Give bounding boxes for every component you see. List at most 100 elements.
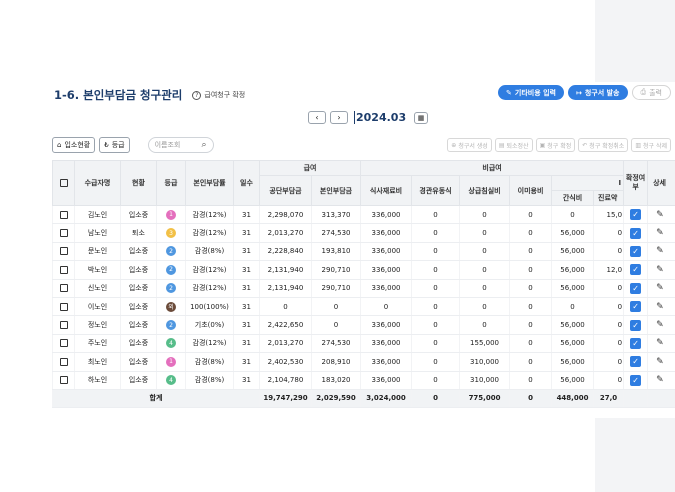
confirm-checkbox[interactable]: ✓ xyxy=(630,264,642,276)
confirm-cell[interactable]: ✓ xyxy=(623,279,648,298)
confirm-checkbox[interactable]: ✓ xyxy=(630,337,642,349)
edit-icon[interactable]: ✎ xyxy=(656,265,664,275)
table-row[interactable]: 신노인 입소중 2 감경(12%) 31 2,131,940 290,710 336,000 0… xyxy=(52,279,675,298)
cell-medical: 15,0 xyxy=(593,205,624,225)
detail-cell[interactable]: ✎ xyxy=(647,297,675,317)
search-input[interactable]: 이름조회 ⌕ xyxy=(147,137,214,153)
row-checkbox[interactable] xyxy=(59,247,68,256)
cell-meal: 336,000 xyxy=(360,260,412,280)
row-checkbox-cell[interactable] xyxy=(52,223,75,243)
other-cost-button[interactable]: ✎ 기타비용 입력 xyxy=(498,85,564,100)
confirm-cell[interactable]: ✓ xyxy=(623,242,648,262)
row-checkbox[interactable] xyxy=(59,284,68,293)
table-row[interactable]: 하노인 입소중 4 감경(8%) 31 2,104,780 183,020 336,000 0 3… xyxy=(52,371,675,390)
row-checkbox[interactable] xyxy=(59,229,68,238)
row-checkbox[interactable] xyxy=(59,265,68,274)
confirm-cell[interactable]: ✓ xyxy=(623,205,648,225)
row-checkbox-cell[interactable] xyxy=(52,260,75,280)
cell-beauty: 0 xyxy=(509,205,552,225)
cell-extra: 0 xyxy=(411,279,460,298)
delete-bill-button[interactable]: ▥ 청구 삭제 xyxy=(631,138,671,152)
row-checkbox-cell[interactable] xyxy=(52,297,75,317)
edit-icon[interactable]: ✎ xyxy=(656,302,664,312)
confirm-cell[interactable]: ✓ xyxy=(623,223,648,243)
detail-cell[interactable]: ✎ xyxy=(647,371,675,390)
edit-icon[interactable]: ✎ xyxy=(656,228,664,238)
detail-cell[interactable]: ✎ xyxy=(647,334,675,354)
edit-icon[interactable]: ✎ xyxy=(656,210,664,220)
edit-icon[interactable]: ✎ xyxy=(656,375,664,385)
detail-cell[interactable]: ✎ xyxy=(647,205,675,225)
table-row[interactable]: 김노인 입소중 1 감경(12%) 31 2,298,070 313,370 336,000 0… xyxy=(52,205,675,225)
header-days: 일수 xyxy=(233,160,260,206)
chevron-left-icon: ‹ xyxy=(315,113,319,122)
confirm-checkbox[interactable]: ✓ xyxy=(630,282,642,294)
cancel-confirm-button[interactable]: ↶ 청구 확정취소 xyxy=(578,138,629,152)
detail-cell[interactable]: ✎ xyxy=(647,260,675,280)
detail-cell[interactable]: ✎ xyxy=(647,352,675,372)
row-checkbox-cell[interactable] xyxy=(52,371,75,390)
next-month-button[interactable]: › xyxy=(330,111,348,124)
table-row[interactable]: 최노인 입소중 1 감경(8%) 31 2,402,530 208,910 336,000 0 3… xyxy=(52,352,675,372)
table-row[interactable]: 문노인 입소중 2 감경(8%) 31 2,228,840 193,810 336,000 0 0… xyxy=(52,242,675,262)
table-row[interactable]: 남노인 퇴소 3 감경(12%) 31 2,013,270 274,530 336,000 0 0… xyxy=(52,223,675,243)
confirm-checkbox[interactable]: ✓ xyxy=(630,227,642,239)
print-button[interactable]: ⎙ 출력 xyxy=(631,85,671,100)
create-bill-button[interactable]: ⊕ 청구서 생성 xyxy=(447,138,492,152)
grade-cell: 2 xyxy=(156,242,186,262)
prev-month-button[interactable]: ‹ xyxy=(308,111,326,124)
row-checkbox-cell[interactable] xyxy=(52,279,75,298)
confirm-cell[interactable]: ✓ xyxy=(623,334,648,354)
cell-snack: 56,000 xyxy=(551,223,594,243)
edit-icon[interactable]: ✎ xyxy=(656,338,664,348)
table-row[interactable]: 박노인 입소중 2 감경(12%) 31 2,131,940 290,710 336,000 0… xyxy=(52,260,675,280)
page-title: 1-6. 본인부담금 청구관리 xyxy=(54,88,183,102)
send-bill-button[interactable]: ↦ 청구서 발송 xyxy=(567,85,628,100)
header-snack: 간식비 xyxy=(551,190,595,206)
help-link[interactable]: ? 급여청구 확정 xyxy=(192,90,245,100)
confirm-cell[interactable]: ✓ xyxy=(623,371,648,390)
row-checkbox[interactable] xyxy=(59,357,68,366)
row-checkbox-cell[interactable] xyxy=(52,205,75,225)
confirm-cell[interactable]: ✓ xyxy=(623,315,648,335)
detail-cell[interactable]: ✎ xyxy=(647,223,675,243)
edit-icon[interactable]: ✎ xyxy=(656,283,664,293)
edit-icon[interactable]: ✎ xyxy=(656,357,664,367)
discharge-settle-button[interactable]: ▤ 퇴소정산 xyxy=(494,138,533,152)
table-row[interactable]: 이노인 입소중 외 100(100%) 31 0 0 0 0 0 0 0 0 ✓ ✎ xyxy=(52,297,675,317)
calendar-icon[interactable]: ▦ xyxy=(414,111,429,124)
detail-cell[interactable]: ✎ xyxy=(647,315,675,335)
grade-cell: 외 xyxy=(156,297,186,317)
grade-button[interactable]: ₺ 등급 xyxy=(99,137,130,153)
confirm-bill-button[interactable]: ▣ 청구 확정 xyxy=(535,138,576,152)
select-all-checkbox-cell[interactable] xyxy=(52,160,75,206)
admission-status-button[interactable]: ⌂ 입소현황 xyxy=(52,137,96,153)
confirm-checkbox[interactable]: ✓ xyxy=(630,356,642,368)
row-checkbox[interactable] xyxy=(59,339,68,348)
confirm-checkbox[interactable]: ✓ xyxy=(630,319,642,331)
current-month[interactable]: 2024.03 xyxy=(354,111,406,124)
confirm-checkbox[interactable]: ✓ xyxy=(630,374,642,386)
confirm-cell[interactable]: ✓ xyxy=(623,352,648,372)
confirm-checkbox[interactable]: ✓ xyxy=(630,245,642,257)
row-checkbox[interactable] xyxy=(59,321,68,330)
row-checkbox[interactable] xyxy=(59,302,68,311)
table-row[interactable]: 주노인 입소중 4 감경(12%) 31 2,013,270 274,530 336,000 0… xyxy=(52,334,675,354)
confirm-cell[interactable]: ✓ xyxy=(623,260,648,280)
row-checkbox-cell[interactable] xyxy=(52,334,75,354)
row-checkbox[interactable] xyxy=(59,210,68,219)
confirm-cell[interactable]: ✓ xyxy=(623,297,648,317)
confirm-checkbox[interactable]: ✓ xyxy=(630,301,642,313)
confirm-checkbox[interactable]: ✓ xyxy=(630,209,642,221)
edit-icon[interactable]: ✎ xyxy=(656,246,664,256)
detail-cell[interactable]: ✎ xyxy=(647,242,675,262)
table-row[interactable]: 정노인 입소중 2 기초(0%) 31 2,422,650 0 336,000 0 0 0 56,00… xyxy=(52,315,675,335)
row-checkbox[interactable] xyxy=(59,376,68,385)
row-checkbox-cell[interactable] xyxy=(52,315,75,335)
cell-medical: 0 xyxy=(593,223,624,243)
row-checkbox-cell[interactable] xyxy=(52,242,75,262)
edit-icon[interactable]: ✎ xyxy=(656,320,664,330)
select-all-checkbox[interactable] xyxy=(59,179,68,187)
detail-cell[interactable]: ✎ xyxy=(647,279,675,298)
row-checkbox-cell[interactable] xyxy=(52,352,75,372)
